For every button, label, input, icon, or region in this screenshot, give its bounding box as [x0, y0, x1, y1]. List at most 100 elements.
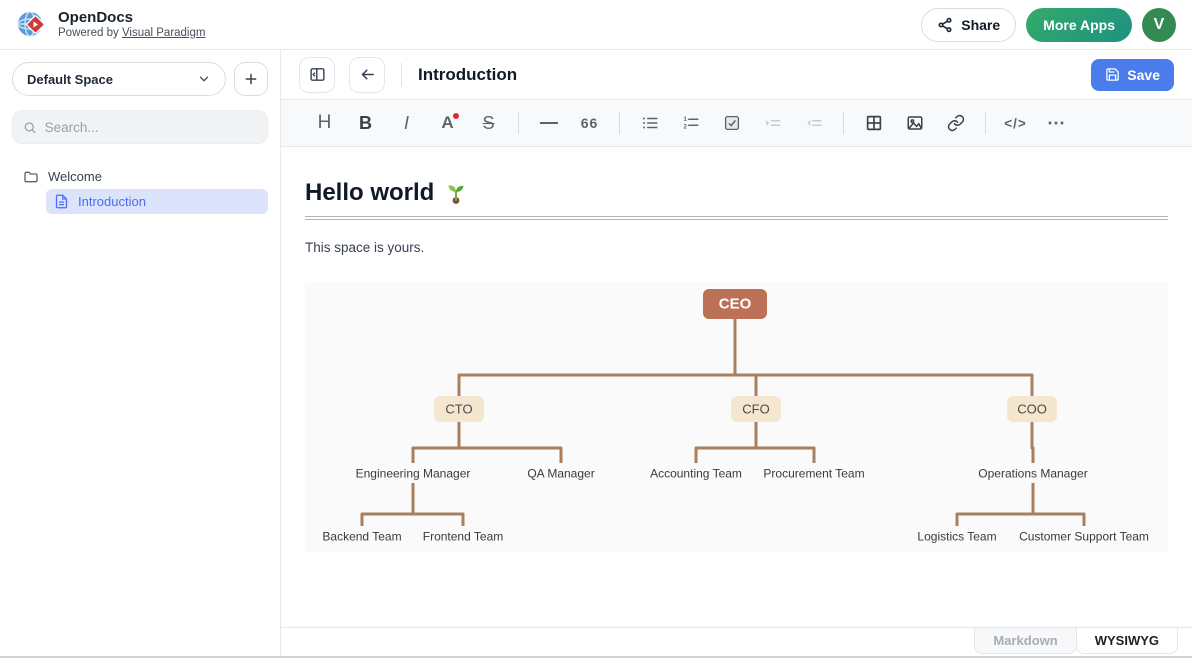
org-label-acct: Accounting Team [650, 467, 742, 481]
tree-item-introduction[interactable]: Introduction [46, 189, 268, 214]
doc-heading-text: Hello world [305, 179, 434, 207]
document-icon [54, 194, 69, 209]
org-label-coo: COO [1017, 402, 1047, 417]
editor-content[interactable]: Hello world This space is yours. CEOCTOC… [281, 147, 1192, 627]
save-icon [1105, 67, 1120, 82]
toolbar-divider [843, 112, 844, 134]
sidebar-collapse-icon [309, 66, 326, 83]
svg-text:1: 1 [683, 117, 687, 123]
toggle-sidebar-button[interactable] [299, 57, 335, 93]
search-input[interactable] [45, 120, 257, 135]
powered-by: Powered by Visual Paradigm [58, 27, 205, 40]
org-connector [1033, 483, 1084, 526]
org-label-cto: CTO [445, 402, 472, 417]
save-button[interactable]: Save [1091, 59, 1174, 91]
search-box[interactable] [12, 110, 268, 144]
org-connector [459, 422, 561, 463]
more-options-button[interactable]: ⋯ [1043, 110, 1070, 137]
user-avatar[interactable]: V [1142, 8, 1176, 42]
indent-button [759, 110, 786, 137]
share-button[interactable]: Share [921, 8, 1016, 42]
org-connector [756, 422, 814, 463]
visual-paradigm-link[interactable]: Visual Paradigm [122, 27, 206, 39]
ordered-list-button[interactable]: 12 [677, 110, 704, 137]
org-label-qa: QA Manager [527, 467, 594, 481]
tree-item-welcome[interactable]: Welcome [12, 164, 268, 189]
doc-heading: Hello world [305, 179, 1168, 207]
toolbar-divider [985, 112, 986, 134]
task-list-icon [723, 114, 741, 132]
org-label-cfo: CFO [742, 402, 769, 417]
search-icon [23, 120, 37, 135]
heading-underline [305, 216, 1168, 220]
add-space-button[interactable] [234, 62, 268, 96]
heading-button[interactable]: H [311, 110, 338, 137]
sidebar: Default Space Welcome Introduction [0, 50, 281, 656]
space-selector[interactable]: Default Space [12, 62, 226, 96]
blockquote-button[interactable]: 66 [576, 110, 603, 137]
seedling-emoji-icon [444, 181, 468, 205]
org-label-support: Customer Support Team [1019, 530, 1149, 544]
tree-item-label: Welcome [48, 169, 102, 184]
org-chart: CEO CTO CFO COO Engineering Manager QA Manage… [305, 283, 1168, 552]
image-button[interactable] [901, 110, 928, 137]
plus-icon [243, 71, 259, 87]
main-panel: Introduction Save H B I A S 66 [281, 50, 1192, 656]
bold-button[interactable]: B [352, 110, 379, 137]
task-list-button[interactable] [718, 110, 745, 137]
document-header: Introduction Save [281, 50, 1192, 100]
org-chart-svg: CEO CTO CFO COO Engineering Manager QA Manage… [305, 283, 1166, 552]
share-label: Share [961, 17, 1000, 33]
document-tree: Welcome Introduction [12, 164, 268, 214]
tree-item-label: Introduction [78, 194, 146, 209]
org-connector [413, 422, 459, 463]
image-icon [906, 114, 924, 132]
arrow-left-icon [359, 66, 376, 83]
org-connector [696, 422, 756, 463]
space-selector-value: Default Space [27, 72, 113, 87]
org-label-eng: Engineering Manager [356, 467, 471, 481]
org-label-backend: Backend Team [322, 530, 401, 544]
org-connector [459, 319, 735, 396]
indent-icon [764, 114, 782, 132]
org-label-ops: Operations Manager [978, 467, 1087, 481]
doc-paragraph: This space is yours. [305, 240, 1168, 255]
horizontal-rule-icon [540, 122, 558, 124]
divider [401, 63, 402, 87]
link-icon [947, 114, 965, 132]
bullet-list-icon [641, 114, 659, 132]
org-connector [1032, 422, 1033, 463]
org-label-logi: Logistics Team [917, 530, 996, 544]
formatting-toolbar: H B I A S 66 12 [281, 100, 1192, 147]
outdent-icon [805, 114, 823, 132]
strikethrough-button[interactable]: S [475, 110, 502, 137]
font-color-button[interactable]: A [434, 110, 461, 137]
page-title: Introduction [418, 65, 517, 85]
org-connector [735, 319, 756, 396]
app-title: OpenDocs [58, 9, 205, 26]
org-label-frontend: Frontend Team [423, 530, 504, 544]
opendocs-logo-icon [16, 9, 48, 41]
back-button[interactable] [349, 57, 385, 93]
bullet-list-button[interactable] [636, 110, 663, 137]
org-connector [957, 483, 1033, 526]
editor-mode-bar: Markdown WYSIWYG [281, 627, 1192, 656]
table-button[interactable] [860, 110, 887, 137]
org-connector [735, 319, 1032, 396]
code-button[interactable]: </> [1002, 110, 1029, 137]
toolbar-divider [518, 112, 519, 134]
tab-wysiwyg[interactable]: WYSIWYG [1076, 628, 1178, 654]
org-label-proc: Procurement Team [763, 467, 864, 481]
svg-text:2: 2 [683, 124, 687, 130]
link-button[interactable] [942, 110, 969, 137]
tab-markdown[interactable]: Markdown [974, 628, 1076, 654]
more-apps-button[interactable]: More Apps [1026, 8, 1132, 42]
toolbar-divider [619, 112, 620, 134]
italic-button[interactable]: I [393, 110, 420, 137]
share-icon [937, 17, 953, 33]
app-window: OpenDocs Powered by Visual Paradigm Shar… [0, 0, 1192, 658]
save-label: Save [1127, 67, 1160, 83]
outdent-button [800, 110, 827, 137]
horizontal-rule-button[interactable] [535, 110, 562, 137]
org-label-ceo: CEO [719, 296, 752, 313]
